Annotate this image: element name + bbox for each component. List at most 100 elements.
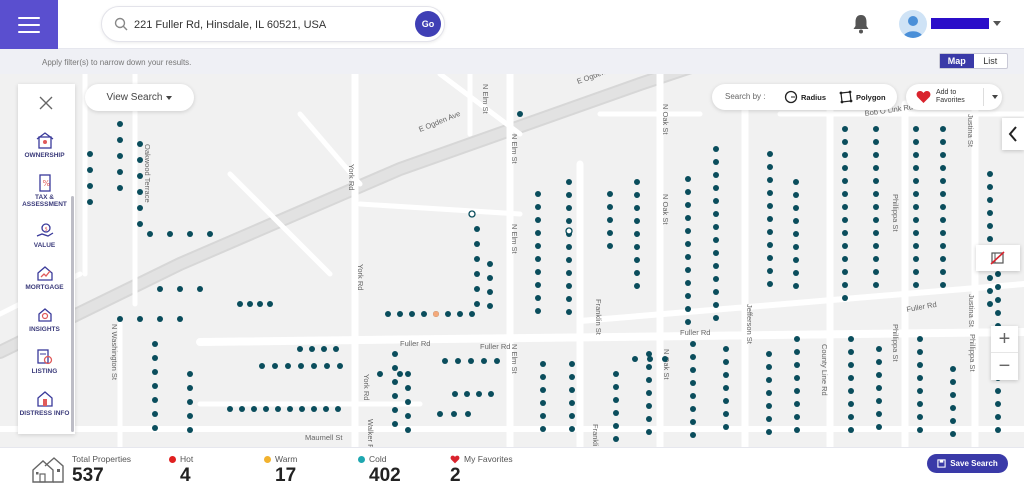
property-pin[interactable] [794, 375, 800, 381]
property-pin[interactable] [613, 371, 619, 377]
property-pin[interactable] [646, 403, 652, 409]
property-pin[interactable] [137, 173, 143, 179]
property-pin[interactable] [713, 289, 719, 295]
property-pin[interactable] [540, 374, 546, 380]
property-pin[interactable] [848, 375, 854, 381]
property-pin[interactable] [793, 179, 799, 185]
property-pin[interactable] [137, 221, 143, 227]
property-pin[interactable] [634, 179, 640, 185]
property-pin[interactable] [474, 256, 480, 262]
property-pin[interactable] [632, 356, 638, 362]
property-pin[interactable] [842, 204, 848, 210]
property-pin[interactable] [685, 280, 691, 286]
property-pin[interactable] [257, 301, 263, 307]
property-pin[interactable] [767, 216, 773, 222]
property-pin[interactable] [337, 363, 343, 369]
property-pin[interactable] [685, 254, 691, 260]
property-pin[interactable] [535, 282, 541, 288]
property-pin[interactable] [540, 387, 546, 393]
property-pin[interactable] [647, 356, 653, 362]
property-pin[interactable] [794, 336, 800, 342]
property-pin[interactable] [569, 387, 575, 393]
filter-tax-assessment[interactable]: % TAX & ASSESSMENT [18, 174, 71, 208]
property-pin[interactable] [263, 406, 269, 412]
property-pin[interactable] [940, 269, 946, 275]
property-pin[interactable] [950, 366, 956, 372]
property-pin[interactable] [392, 365, 398, 371]
property-pin[interactable] [873, 256, 879, 262]
property-pin[interactable] [767, 255, 773, 261]
property-pin[interactable] [487, 289, 493, 295]
property-pin[interactable] [685, 202, 691, 208]
property-pin[interactable] [476, 391, 482, 397]
property-pin[interactable] [873, 191, 879, 197]
property-pin[interactable] [377, 371, 383, 377]
property-pin[interactable] [842, 126, 848, 132]
property-pin[interactable] [634, 257, 640, 263]
property-pin[interactable] [876, 398, 882, 404]
property-pin[interactable] [987, 197, 993, 203]
warm-stat[interactable]: Warm 17 [264, 454, 297, 487]
property-pin[interactable] [950, 405, 956, 411]
property-pin[interactable] [634, 244, 640, 250]
property-pin[interactable] [607, 217, 613, 223]
property-pin[interactable] [285, 363, 291, 369]
property-pin[interactable] [137, 205, 143, 211]
property-pin[interactable] [713, 302, 719, 308]
property-pin[interactable] [445, 311, 451, 317]
property-pin[interactable] [392, 407, 398, 413]
property-pin[interactable] [469, 311, 475, 317]
bell-icon[interactable] [852, 14, 870, 34]
property-pin[interactable] [913, 256, 919, 262]
property-pin[interactable] [950, 431, 956, 437]
property-pin[interactable] [535, 230, 541, 236]
property-pin[interactable] [405, 427, 411, 433]
property-pin[interactable] [405, 399, 411, 405]
property-pin[interactable] [913, 243, 919, 249]
property-pin[interactable] [569, 413, 575, 419]
property-pin[interactable] [409, 311, 415, 317]
property-pin[interactable] [766, 351, 772, 357]
property-pin[interactable] [713, 211, 719, 217]
property-pin[interactable] [713, 224, 719, 230]
chevron-down-icon[interactable] [993, 21, 1001, 26]
property-pin[interactable] [917, 362, 923, 368]
property-pin[interactable] [950, 418, 956, 424]
property-pin[interactable] [613, 436, 619, 442]
property-pin[interactable] [913, 152, 919, 158]
favorites-stat[interactable]: My Favorites 2 [450, 454, 513, 487]
property-pin[interactable] [333, 346, 339, 352]
property-pin[interactable] [646, 351, 652, 357]
property-pin[interactable] [842, 282, 848, 288]
map-layer-tool-button[interactable] [976, 245, 1020, 271]
property-pin[interactable] [309, 346, 315, 352]
property-pin[interactable] [913, 204, 919, 210]
property-pin[interactable] [917, 414, 923, 420]
property-pin[interactable] [474, 226, 480, 232]
property-pin[interactable] [646, 364, 652, 370]
property-pin[interactable] [535, 256, 541, 262]
chevron-down-icon[interactable] [992, 95, 998, 99]
property-pin[interactable] [487, 261, 493, 267]
property-pin[interactable] [569, 426, 575, 432]
property-pin[interactable] [723, 346, 729, 352]
property-pin[interactable] [723, 398, 729, 404]
property-pin[interactable] [876, 372, 882, 378]
property-pin[interactable] [392, 393, 398, 399]
property-pin[interactable] [187, 231, 193, 237]
property-pin[interactable] [405, 371, 411, 377]
cold-stat[interactable]: Cold 402 [358, 454, 401, 487]
property-pin[interactable] [767, 268, 773, 274]
property-pin[interactable] [397, 311, 403, 317]
property-pin[interactable] [794, 401, 800, 407]
property-pin[interactable] [913, 282, 919, 288]
property-pin[interactable] [634, 283, 640, 289]
property-pin[interactable] [433, 311, 439, 317]
filter-mortgage[interactable]: MORTGAGE [18, 264, 71, 291]
property-pin[interactable] [987, 288, 993, 294]
property-pin[interactable] [913, 126, 919, 132]
property-pin[interactable] [713, 198, 719, 204]
property-pin[interactable] [950, 392, 956, 398]
property-pin[interactable] [517, 111, 523, 117]
property-pin[interactable] [842, 217, 848, 223]
